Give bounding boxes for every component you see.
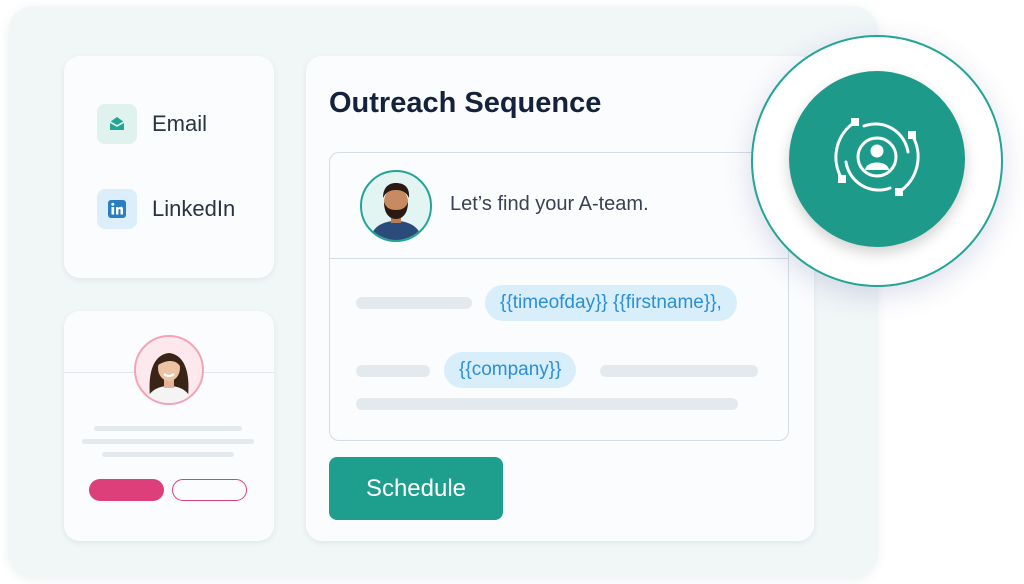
channel-label-linkedin: LinkedIn <box>152 196 236 221</box>
placeholder-line <box>356 297 472 309</box>
composer-divider <box>330 258 788 259</box>
greeting-text: Let’s find your A-team. <box>450 193 649 215</box>
badge-core <box>789 71 965 247</box>
placeholder-line <box>102 452 234 457</box>
primary-pill-button[interactable] <box>89 479 164 501</box>
message-composer[interactable]: Let’s find your A-team. {{timeofday}} {{… <box>329 152 789 441</box>
target-user-icon <box>822 102 932 217</box>
target-badge <box>751 35 1003 287</box>
channel-email[interactable]: Email <box>97 104 207 144</box>
email-icon <box>97 104 137 144</box>
placeholder-line <box>356 365 430 377</box>
channel-label-email: Email <box>152 111 208 136</box>
avatar <box>360 170 432 242</box>
page-title: Outreach Sequence <box>329 87 602 119</box>
variable-tag-company[interactable]: {{company}} <box>444 352 577 388</box>
placeholder-line <box>600 365 758 377</box>
channel-linkedin[interactable]: LinkedIn <box>97 189 235 229</box>
avatar <box>134 335 204 405</box>
placeholder-line <box>356 398 738 410</box>
placeholder-line <box>94 426 242 431</box>
secondary-pill-button[interactable] <box>172 479 247 501</box>
variable-tag-timeofday-firstname[interactable]: {{timeofday}} {{firstname}}, <box>485 285 737 321</box>
schedule-button[interactable]: Schedule <box>329 457 503 520</box>
placeholder-line <box>82 439 254 444</box>
profile-card <box>64 311 274 541</box>
outreach-sequence-card: Outreach Sequence Let’s find your A-team… <box>306 56 814 541</box>
linkedin-icon <box>97 189 137 229</box>
channels-card: Email LinkedIn <box>64 56 274 278</box>
